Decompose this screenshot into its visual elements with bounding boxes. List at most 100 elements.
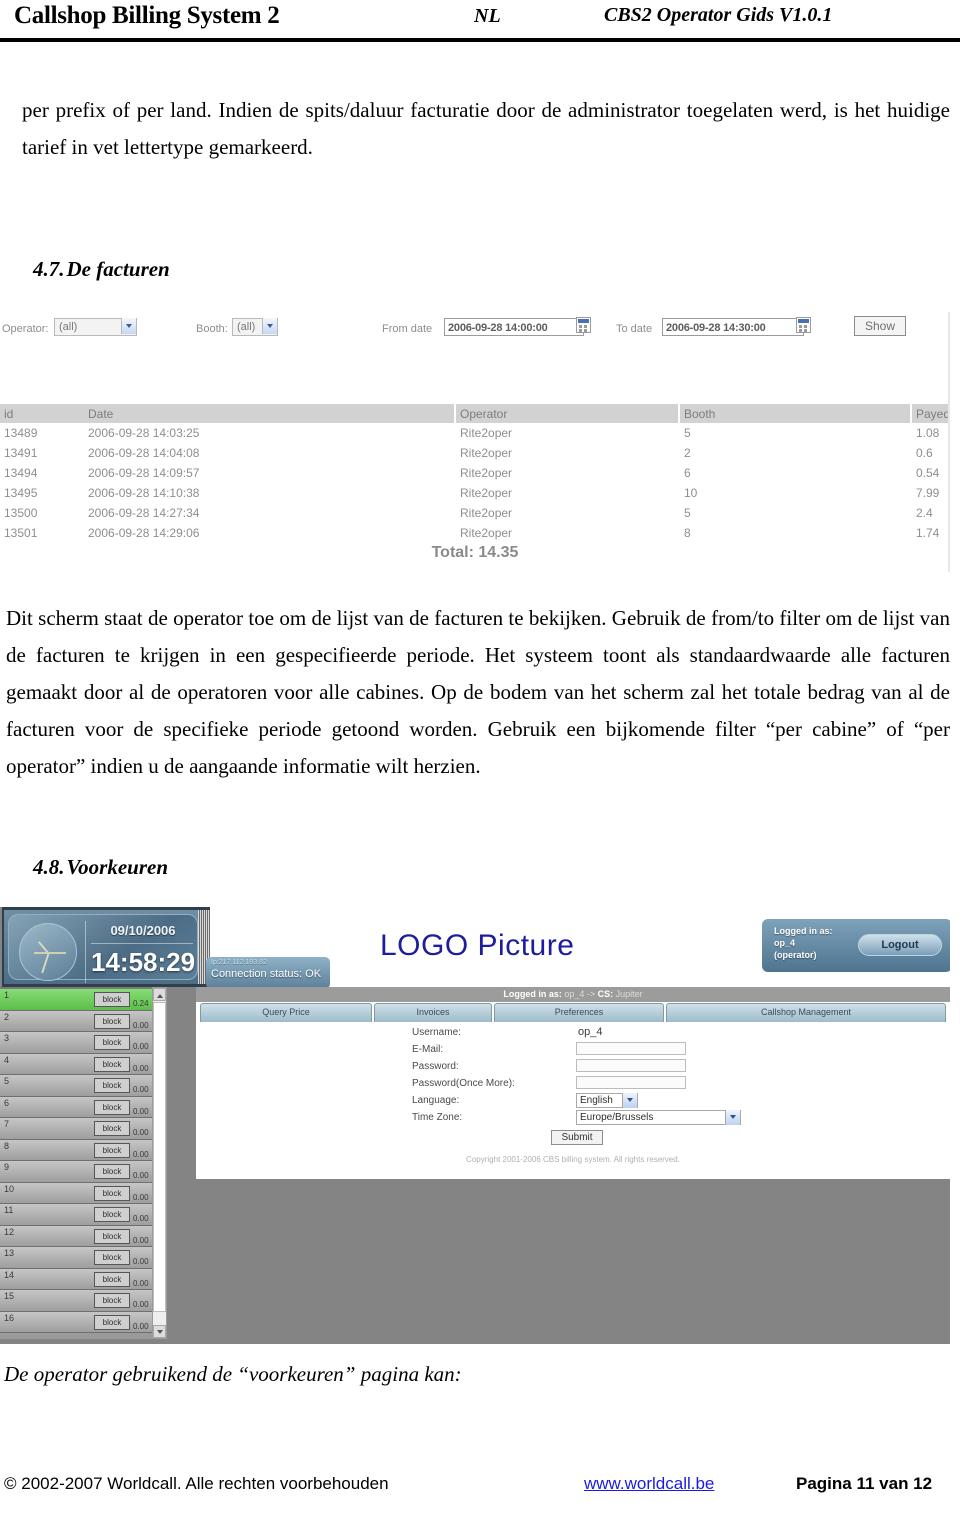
clock-second-hand [34, 952, 66, 954]
password-confirm-field[interactable] [576, 1076, 686, 1089]
booth-block-button[interactable]: block [94, 1250, 130, 1265]
list-item[interactable]: 7 block 0.00 [0, 1118, 167, 1140]
tab-invoices[interactable]: Invoices [374, 1003, 492, 1022]
booth-block-button[interactable]: block [94, 1056, 130, 1072]
list-item[interactable]: 10 block 0.00 [0, 1182, 167, 1204]
scrollbar-thumb[interactable] [153, 1002, 166, 1312]
chevron-down-icon[interactable] [725, 1110, 740, 1125]
form-row-email: E-Mail: [196, 1042, 950, 1059]
booth-filter-select[interactable]: (all) [232, 318, 278, 336]
from-date-input[interactable]: 2006-09-28 14:00:00 [444, 318, 584, 336]
column-header-payed[interactable]: Payed [912, 404, 950, 423]
list-item[interactable]: 1 block 0.24 [0, 989, 167, 1011]
timezone-select[interactable]: Europe/Brussels [576, 1110, 741, 1125]
table-row[interactable]: 13489 2006-09-28 14:03:25 Rite2oper 5 1.… [0, 423, 950, 443]
booth-amount: 0.24 [133, 999, 149, 1008]
table-row[interactable]: 13500 2006-09-28 14:27:34 Rite2oper 5 2.… [0, 503, 950, 523]
booth-block-button[interactable]: block [94, 1164, 130, 1179]
booth-block-button[interactable]: block [94, 1142, 130, 1158]
password-field[interactable] [576, 1059, 686, 1072]
list-item[interactable]: 4 block 0.00 [0, 1053, 167, 1075]
cell-booth: 8 [684, 526, 691, 540]
footer-website-link[interactable]: www.worldcall.be [584, 1474, 714, 1494]
booth-block-button[interactable]: block [94, 1078, 130, 1093]
list-item[interactable]: 16 block 0.00 [0, 1311, 167, 1333]
booth-block-button[interactable]: block [94, 1207, 130, 1222]
booth-number: 5 [4, 1076, 10, 1086]
list-item[interactable]: 12 block 0.00 [0, 1225, 167, 1247]
password-label: Password: [412, 1061, 459, 1072]
chevron-down-icon[interactable] [262, 318, 277, 334]
list-item[interactable]: 15 block 0.00 [0, 1290, 167, 1312]
booth-block-button[interactable]: block [94, 1293, 130, 1308]
list-item[interactable]: 3 block 0.00 [0, 1032, 167, 1054]
list-item[interactable]: 14 block 0.00 [0, 1268, 167, 1290]
booth-filter-label: Booth: [196, 323, 228, 335]
booth-block-button[interactable]: block [94, 1314, 130, 1330]
clock-widget: 09/10/2006 14:58:29 [2, 907, 210, 987]
document-guide-version: CBS2 Operator Gids V1.0.1 [604, 4, 833, 26]
invoices-total: Total: 14.35 [431, 544, 519, 561]
booth-number: 13 [4, 1248, 15, 1258]
booth-list-scrollbar[interactable] [152, 987, 167, 1339]
table-row[interactable]: 13494 2006-09-28 14:09:57 Rite2oper 6 0.… [0, 463, 950, 483]
clock-widget-inner: 09/10/2006 14:58:29 [8, 914, 198, 983]
email-field[interactable] [576, 1042, 686, 1055]
calendar-icon[interactable] [576, 317, 591, 333]
form-row-password-confirm: Password(Once More): [196, 1076, 950, 1093]
chevron-down-icon[interactable] [622, 1093, 637, 1108]
cell-booth: 10 [684, 486, 698, 500]
language-select[interactable]: English [576, 1093, 638, 1108]
session-panel: Logged in as: op_4 (operator) Logout [762, 919, 950, 972]
tab-callshop-management[interactable]: Callshop Management [666, 1003, 946, 1022]
section-title-47: De facturen [66, 257, 170, 281]
booth-block-button[interactable]: block [94, 1185, 130, 1201]
table-row[interactable]: 13491 2006-09-28 14:04:08 Rite2oper 2 0.… [0, 443, 950, 463]
list-item[interactable]: 11 block 0.00 [0, 1204, 167, 1226]
booth-block-button[interactable]: block [94, 1099, 130, 1115]
scroll-up-icon[interactable] [153, 988, 166, 1001]
booth-block-button[interactable]: block [94, 992, 130, 1007]
list-item[interactable]: 13 block 0.00 [0, 1247, 167, 1269]
table-row[interactable]: 13495 2006-09-28 14:10:38 Rite2oper 10 7… [0, 483, 950, 503]
preferences-caption: De operator gebruikend de “voorkeuren” p… [4, 1362, 462, 1386]
tab-query-price[interactable]: Query Price [200, 1003, 372, 1022]
list-item[interactable]: 8 block 0.00 [0, 1139, 167, 1161]
form-row-username: Username: op_4 [196, 1025, 950, 1042]
chevron-down-icon[interactable] [121, 318, 136, 334]
booth-number: 2 [4, 1011, 10, 1022]
calendar-icon[interactable] [796, 317, 811, 333]
booth-block-button[interactable]: block [94, 1121, 130, 1136]
booth-number: 8 [4, 1140, 10, 1151]
booth-block-button[interactable]: block [94, 1035, 130, 1050]
booth-block-button[interactable]: block [94, 1228, 130, 1244]
table-row[interactable]: 13501 2006-09-28 14:29:06 Rite2oper 8 1.… [0, 523, 950, 543]
statusbar-user: op_4 -> [564, 989, 598, 999]
booth-list: 1 block 0.24 2 block 0.00 3 block 0.00 4… [0, 987, 167, 1339]
timezone-value: Europe/Brussels [580, 1112, 654, 1123]
invoices-table: id Date Operator Booth Payed 13489 2006-… [0, 404, 950, 543]
booth-block-button[interactable]: block [94, 1271, 130, 1287]
screenshot-right-edge [948, 312, 950, 572]
session-user: op_4 [774, 938, 796, 948]
password-confirm-label: Password(Once More): [412, 1078, 515, 1089]
tab-preferences[interactable]: Preferences [494, 1003, 664, 1022]
to-date-input[interactable]: 2006-09-28 14:30:00 [662, 318, 804, 336]
operator-filter-select[interactable]: (all) [54, 318, 137, 336]
session-statusbar: Logged in as: op_4 -> CS: Jupiter [196, 987, 950, 1002]
list-item[interactable]: 2 block 0.00 [0, 1010, 167, 1032]
list-item[interactable]: 6 block 0.00 [0, 1096, 167, 1118]
logout-button[interactable]: Logout [858, 934, 942, 956]
column-header-operator[interactable]: Operator [456, 404, 678, 423]
list-item[interactable]: 9 block 0.00 [0, 1161, 167, 1183]
column-header-date[interactable]: Date [84, 404, 454, 423]
show-button[interactable]: Show [854, 316, 907, 336]
session-info: Logged in as: op_4 (operator) [774, 925, 856, 961]
scroll-down-icon[interactable] [153, 1325, 166, 1338]
intro-paragraph: per prefix of per land. Indien de spits/… [22, 98, 950, 159]
list-item[interactable]: 5 block 0.00 [0, 1075, 167, 1097]
submit-button[interactable]: Submit [551, 1130, 603, 1145]
clock-date: 09/10/2006 [110, 923, 176, 938]
booth-block-button[interactable]: block [94, 1013, 130, 1029]
column-header-booth[interactable]: Booth [680, 404, 910, 423]
